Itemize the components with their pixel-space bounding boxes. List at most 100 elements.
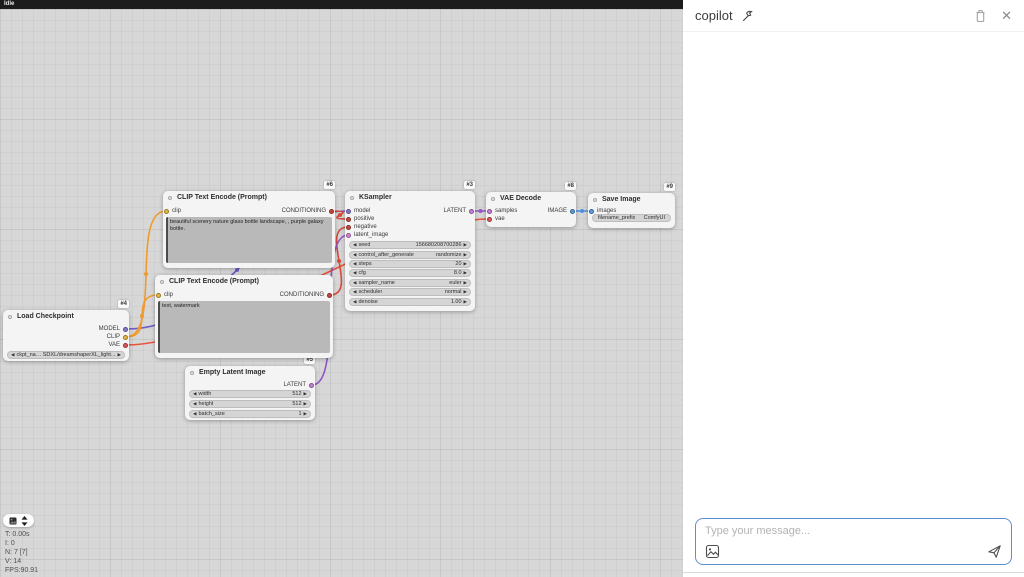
- updown-arrows-icon[interactable]: [21, 516, 28, 526]
- widget-scheduler[interactable]: ◀schedulernormal▶: [349, 288, 471, 296]
- input-slot-positive[interactable]: positive: [346, 215, 374, 223]
- slot-dot-icon[interactable]: [164, 209, 169, 214]
- input-slot-latent_image[interactable]: latent_image: [346, 231, 388, 239]
- node-empty-latent-image[interactable]: Empty Latent ImageLATENT◀width512▶◀heigh…: [185, 366, 315, 420]
- slot-dot-icon[interactable]: [487, 209, 492, 214]
- widget-width[interactable]: ◀width512▶: [189, 390, 311, 398]
- output-slot-CONDITIONING[interactable]: CONDITIONING: [282, 207, 334, 215]
- slot-dot-icon[interactable]: [469, 209, 474, 214]
- slot-dot-icon[interactable]: [589, 209, 594, 214]
- stat-nodes: N: 7 [7]: [5, 548, 38, 557]
- output-slot-MODEL[interactable]: MODEL: [99, 325, 128, 333]
- widget-left-arrow[interactable]: ◀: [353, 280, 356, 286]
- prompt-textarea[interactable]: beautiful scenery nature glass bottle la…: [166, 217, 332, 263]
- output-slot-VAE[interactable]: VAE: [108, 341, 128, 349]
- input-slot-model[interactable]: model: [346, 207, 370, 215]
- clear-chat-button[interactable]: [974, 9, 987, 23]
- slot-dot-icon[interactable]: [123, 327, 128, 332]
- widget-ckpt_name[interactable]: ◀ckpt_nameSDXL/dreamshaperXL_light...▶: [7, 351, 125, 359]
- trash-icon: [974, 9, 987, 23]
- widget-left-arrow[interactable]: ◀: [353, 261, 356, 267]
- slot-dot-icon[interactable]: [123, 343, 128, 348]
- status-label: Idle: [4, 1, 14, 7]
- widget-value: 1.00: [451, 299, 462, 305]
- widget-left-arrow[interactable]: ◀: [353, 270, 356, 276]
- widget-filename_prefix[interactable]: filename_prefixComfyUI: [592, 214, 671, 222]
- widget-right-arrow[interactable]: ▶: [464, 280, 467, 286]
- widget-label: scheduler: [358, 289, 382, 295]
- node-clip-text-encode-positive[interactable]: CLIP Text Encode (Prompt)clipCONDITIONIN…: [163, 191, 335, 268]
- hammer-icon: [741, 9, 754, 22]
- node-title: VAE Decode: [486, 192, 576, 206]
- input-slot-vae[interactable]: vae: [487, 215, 505, 223]
- output-slot-IMAGE[interactable]: IMAGE: [548, 207, 575, 215]
- widget-height[interactable]: ◀height512▶: [189, 400, 311, 408]
- output-slot-CONDITIONING[interactable]: CONDITIONING: [280, 291, 332, 299]
- slot-dot-icon[interactable]: [346, 209, 351, 214]
- widget-denoise[interactable]: ◀denoise1.00▶: [349, 298, 471, 306]
- canvas-toolbar[interactable]: [3, 514, 34, 527]
- input-slot-samples[interactable]: samples: [487, 207, 517, 215]
- widget-left-arrow[interactable]: ◀: [353, 252, 356, 258]
- widget-right-arrow[interactable]: ▶: [464, 252, 467, 258]
- widget-left-arrow[interactable]: ◀: [353, 289, 356, 295]
- widget-sampler_name[interactable]: ◀sampler_nameeuler▶: [349, 279, 471, 287]
- output-slot-CLIP[interactable]: CLIP: [107, 333, 128, 341]
- output-slot-LATENT[interactable]: LATENT: [443, 207, 474, 215]
- widget-right-arrow[interactable]: ▶: [304, 411, 307, 417]
- node-clip-text-encode-negative[interactable]: CLIP Text Encode (Prompt)clipCONDITIONIN…: [155, 275, 333, 358]
- slot-dot-icon[interactable]: [123, 335, 128, 340]
- node-vae-decode[interactable]: VAE Decodesamplesvae IMAGE: [486, 192, 576, 227]
- node-ksampler[interactable]: KSamplermodelpositivenegativelatent_imag…: [345, 191, 475, 311]
- slot-label: clip: [172, 207, 181, 215]
- node-load-checkpoint[interactable]: Load CheckpointMODELCLIPVAE◀ckpt_nameSDX…: [3, 310, 129, 361]
- slot-dot-icon[interactable]: [346, 225, 351, 230]
- widget-left-arrow[interactable]: ◀: [353, 242, 356, 248]
- output-slot-LATENT[interactable]: LATENT: [283, 381, 314, 389]
- slot-dot-icon[interactable]: [346, 217, 351, 222]
- widget-cfg[interactable]: ◀cfg8.0▶: [349, 269, 471, 277]
- input-slot-negative[interactable]: negative: [346, 223, 377, 231]
- widget-control_after_generate[interactable]: ◀control_after_generaterandomize▶: [349, 251, 471, 259]
- stat-fps: FPS:90.91: [5, 566, 38, 575]
- widget-right-arrow[interactable]: ▶: [464, 289, 467, 295]
- widget-left-arrow[interactable]: ◀: [11, 352, 14, 358]
- widget-right-arrow[interactable]: ▶: [464, 261, 467, 267]
- widget-left-arrow[interactable]: ◀: [193, 391, 196, 397]
- slot-label: samples: [495, 207, 517, 215]
- slot-dot-icon[interactable]: [156, 293, 161, 298]
- node-save-image[interactable]: Save Imageimagesfilename_prefixComfyUI: [588, 193, 675, 228]
- slot-dot-icon[interactable]: [487, 217, 492, 222]
- input-slot-clip[interactable]: clip: [156, 291, 173, 299]
- close-panel-button[interactable]: ✕: [1001, 9, 1012, 22]
- widget-right-arrow[interactable]: ▶: [304, 401, 307, 407]
- widget-value: euler: [449, 280, 461, 286]
- slot-dot-icon[interactable]: [329, 209, 334, 214]
- attach-image-button[interactable]: [705, 544, 720, 559]
- widget-left-arrow[interactable]: ◀: [193, 411, 196, 417]
- widget-left-arrow[interactable]: ◀: [193, 401, 196, 407]
- slot-dot-icon[interactable]: [309, 383, 314, 388]
- prompt-textarea[interactable]: text, watermark: [158, 301, 330, 353]
- slot-dot-icon[interactable]: [346, 233, 351, 238]
- widget-steps[interactable]: ◀steps20▶: [349, 260, 471, 268]
- widget-right-arrow[interactable]: ▶: [464, 242, 467, 248]
- widget-seed[interactable]: ◀seed156680208700286▶: [349, 241, 471, 249]
- stat-version: V: 14: [5, 557, 38, 566]
- node-canvas[interactable]: Idle Load CheckpointMODELCLIPVAE◀ckpt_na…: [0, 0, 683, 577]
- widget-right-arrow[interactable]: ▶: [464, 299, 467, 305]
- send-button[interactable]: [987, 544, 1002, 559]
- slot-dot-icon[interactable]: [570, 209, 575, 214]
- slot-dot-icon[interactable]: [327, 293, 332, 298]
- widget-value: ComfyUI: [644, 215, 665, 221]
- chat-input-box[interactable]: Type your message...: [695, 518, 1012, 565]
- widget-right-arrow[interactable]: ▶: [464, 270, 467, 276]
- widget-right-arrow[interactable]: ▶: [304, 391, 307, 397]
- image-preview-icon[interactable]: [9, 517, 17, 525]
- widget-batch_size[interactable]: ◀batch_size1▶: [189, 410, 311, 418]
- widget-value: randomize: [436, 252, 462, 258]
- slot-label: CONDITIONING: [282, 207, 326, 215]
- widget-right-arrow[interactable]: ▶: [118, 352, 121, 358]
- widget-left-arrow[interactable]: ◀: [353, 299, 356, 305]
- input-slot-clip[interactable]: clip: [164, 207, 181, 215]
